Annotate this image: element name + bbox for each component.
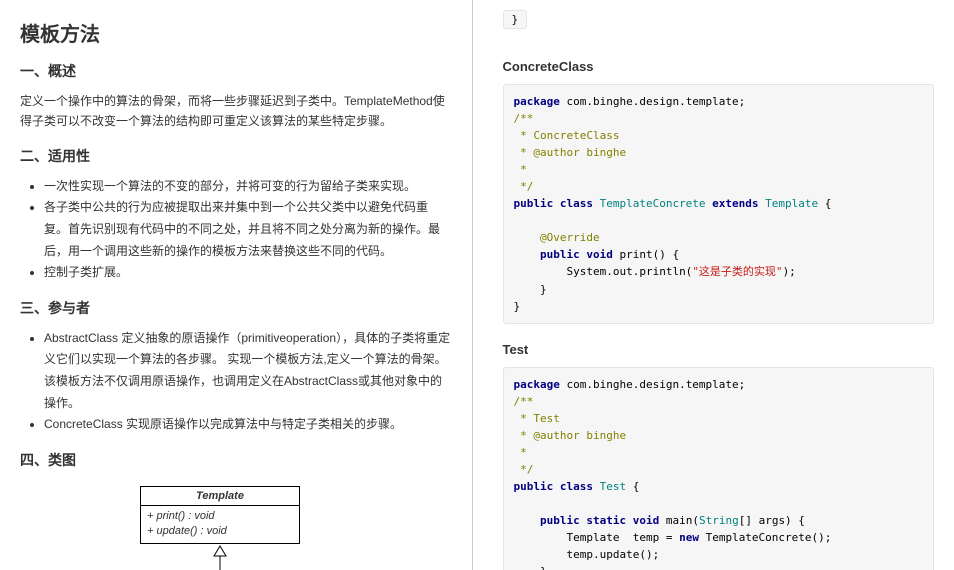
code-token: } (514, 300, 521, 313)
code-token: TemplateConcrete(); (699, 531, 831, 544)
page-container: 模板方法 一、概述 定义一个操作中的算法的骨架，而将一些步骤延迟到子类中。Tem… (0, 0, 954, 570)
code-token: * @author binghe (514, 146, 627, 159)
code-token: } (514, 565, 547, 570)
uml-class-template: Template + print() : void + update() : v… (140, 486, 300, 544)
uml-diagram: Template + print() : void + update() : v… (140, 486, 452, 570)
code-token: { (818, 197, 831, 210)
list-item: 一次性实现一个算法的不变的部分，并将可变的行为留给子类来实现。 (44, 176, 452, 198)
uml-method: + update() : void (147, 524, 293, 539)
code-token: Template temp = (514, 531, 680, 544)
section-overview-heading: 一、概述 (20, 61, 452, 81)
code-token: Template (765, 197, 818, 210)
uml-method: + print() : void (147, 509, 293, 524)
code-token: */ (514, 180, 534, 193)
code-token: public class (514, 480, 600, 493)
code-token: TemplateConcrete (600, 197, 706, 210)
code-token: "这是子类的实现" (692, 265, 782, 278)
code-token: /** (514, 395, 534, 408)
code-token: String (699, 514, 739, 527)
page-title: 模板方法 (20, 18, 452, 47)
right-column: } ConcreteClass package com.binghe.desig… (473, 0, 954, 570)
participants-list: AbstractClass 定义抽象的原语操作（primitiveoperati… (44, 328, 452, 436)
code-token: ); (783, 265, 796, 278)
code-token: print (619, 248, 652, 261)
code-token: public static void (514, 514, 666, 527)
code-token: * (514, 163, 527, 176)
code-token: public class (514, 197, 600, 210)
uml-inheritance-arrow-icon (210, 544, 230, 570)
code-token: Test (600, 480, 627, 493)
code-token: public void (514, 248, 620, 261)
code-token: package (514, 95, 560, 108)
code-token: */ (514, 463, 534, 476)
code-token: @Override (514, 231, 600, 244)
code-token: com.binghe.design.template; (560, 378, 745, 391)
code-token: extends (706, 197, 766, 210)
code-token: [] args) { (739, 514, 805, 527)
overview-text: 定义一个操作中的算法的骨架，而将一些步骤延迟到子类中。TemplateMetho… (20, 91, 452, 132)
code-token: package (514, 378, 560, 391)
code-test: package com.binghe.design.template; /** … (503, 367, 935, 570)
section-classdiagram-heading: 四、类图 (20, 450, 452, 470)
code-token: com.binghe.design.template; (560, 95, 745, 108)
uml-class-name: Template (141, 487, 299, 506)
section-participants-heading: 三、参与者 (20, 298, 452, 318)
example-concreteclass-heading: ConcreteClass (503, 59, 935, 74)
code-token: new (679, 531, 699, 544)
applicability-list: 一次性实现一个算法的不变的部分，并将可变的行为留给子类来实现。 各子类中公共的行… (44, 176, 452, 284)
list-item: 各子类中公共的行为应被提取出来并集中到一个公共父类中以避免代码重复。首先识别现有… (44, 197, 452, 262)
code-trailing-brace: } (503, 10, 528, 29)
list-item: 控制子类扩展。 (44, 262, 452, 284)
code-token: ( (692, 514, 699, 527)
code-token: { (626, 480, 639, 493)
example-test-heading: Test (503, 342, 935, 357)
code-token: * ConcreteClass (514, 129, 620, 142)
code-token: } (514, 283, 547, 296)
code-token: * @author binghe (514, 429, 627, 442)
code-token: temp.update(); (514, 548, 660, 561)
left-column: 模板方法 一、概述 定义一个操作中的算法的骨架，而将一些步骤延迟到子类中。Tem… (0, 0, 473, 570)
section-applicability-heading: 二、适用性 (20, 146, 452, 166)
code-token: () { (653, 248, 680, 261)
code-token: System.out.println( (514, 265, 693, 278)
list-item: AbstractClass 定义抽象的原语操作（primitiveoperati… (44, 328, 452, 414)
code-token: /** (514, 112, 534, 125)
code-concreteclass: package com.binghe.design.template; /** … (503, 84, 935, 324)
code-token: * Test (514, 412, 560, 425)
list-item: ConcreteClass 实现原语操作以完成算法中与特定子类相关的步骤。 (44, 414, 452, 436)
code-token: main (666, 514, 693, 527)
code-token: * (514, 446, 527, 459)
